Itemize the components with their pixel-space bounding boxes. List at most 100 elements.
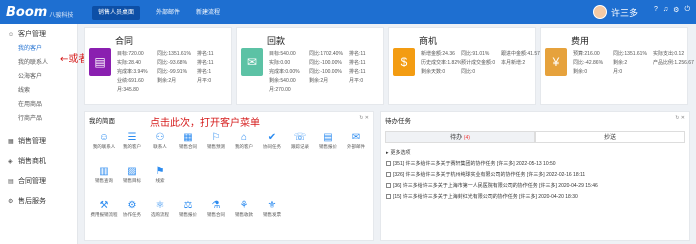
card-stat: 排名:11 (349, 69, 366, 75)
refresh-icon[interactable]: ↻ (675, 115, 679, 121)
sidebar-group-opportunity[interactable]: ◈ 销售商机 (0, 152, 77, 172)
summary-card: 回款 ✉ 目标:540.00 同比:1702.40% 排名:11 实际:0.00 同比:-… (236, 27, 384, 105)
desk-shortcut[interactable]: ⚒ 费用报销流程 (89, 200, 119, 218)
service-icon: ⚙ (8, 199, 14, 205)
contract-icon: ▤ (8, 179, 14, 185)
sidebar-group-contract[interactable]: ▤ 合同管理 (0, 172, 77, 192)
desk-shortcut[interactable]: ☰ 我的客户 (117, 132, 147, 150)
shortcut-icon: ⚘ (239, 200, 249, 211)
shortcut-icon: ⚒ (99, 200, 109, 211)
sales-icon: ▦ (8, 139, 14, 145)
desk-shortcut[interactable]: ✉ 外部邮件 (341, 132, 371, 150)
sidebar-item-leads[interactable]: 线索 (0, 84, 77, 98)
desk-shortcut[interactable]: ▥ 销售查询 (89, 166, 119, 184)
help-icon[interactable]: ? (654, 6, 658, 14)
card-stat: 月平:0 (349, 78, 364, 84)
card-stat: 同比:-42.86% (573, 60, 604, 66)
sidebar-item-trade-products[interactable]: 行商产品 (0, 112, 77, 126)
shortcut-icon: ☺ (98, 132, 110, 143)
sidebar-item-public-customers[interactable]: 公海客户 (0, 70, 77, 84)
shortcut-icon: ☏ (293, 132, 307, 143)
desk-shortcut[interactable]: ⚜ 销售发票 (257, 200, 287, 218)
sidebar-group-service[interactable]: ⚙ 售后服务 (0, 192, 77, 212)
card-title: 回款 (267, 36, 286, 46)
shortcut-icon: ⚐ (211, 132, 221, 143)
desk-shortcut[interactable]: ⚙ 协作任务 (117, 200, 147, 218)
desk-shortcut[interactable]: ⚇ 联系人 (145, 132, 175, 150)
card-stat: 实际支出:0.12 (653, 51, 685, 57)
sidebar-item-products[interactable]: 在用商品 (0, 98, 77, 112)
logout-icon[interactable]: ⏻ (684, 6, 690, 14)
logo-sub: 八骏科技 (49, 13, 74, 19)
todo-checkbox[interactable] (386, 194, 391, 199)
todo-item[interactable]: [351] 许三多给许三多关于赛轩集团的协作任务 [许三多] 2022-05-1… (386, 160, 556, 167)
close-icon[interactable]: ✕ (365, 115, 369, 121)
desk-shortcut[interactable]: ☺ 我的联系人 (89, 132, 119, 150)
desk-shortcut[interactable]: ⚛ 选购流程 (145, 200, 175, 218)
sidebar-group-customer[interactable]: ☺ 客户管理 (0, 28, 77, 42)
tab-external-mail[interactable]: 外部邮件 (150, 6, 186, 20)
card-stat: 同比:-100.00% (309, 69, 342, 75)
shortcut-icon: ⚗ (211, 200, 221, 211)
todo-checkbox[interactable] (386, 161, 391, 166)
card-stat: 剩余:540.00 (269, 78, 296, 84)
card-stat: 同比:91.01% (461, 51, 490, 57)
desk-shortcut[interactable]: ⚘ 销售收款 (229, 200, 259, 218)
tab-new-flow[interactable]: 新建流程 (190, 6, 226, 20)
todo-item[interactable]: [326] 许三多给许三多关于杭州纯球实业有限公司的协作任务 [许三多] 202… (386, 171, 585, 178)
top-bar: Boom 八骏科技 销售人员桌面 外部邮件 新建流程 许三多 ? ♫ ⚙ ⏻ (0, 0, 696, 24)
tab-sales-desk[interactable]: 销售人员桌面 (92, 6, 141, 20)
shortcut-icon: ⚇ (155, 132, 165, 143)
opportunity-icon: ◈ (8, 159, 13, 165)
person-icon: ☺ (8, 32, 15, 38)
tab-todo[interactable]: 待办 (4) (385, 131, 535, 143)
summary-card: 合同 ▤ 目标:720.00 同比:1351.61% 排名:11 实际:28.40 同比:… (84, 27, 232, 105)
desk-shortcut[interactable]: ▨ 销售目标 (117, 166, 147, 184)
card-stat: 月:270.00 (269, 87, 291, 93)
card-stat: 排名:11 (197, 51, 214, 57)
todo-item[interactable]: [36] 许三多给许三多关于上海市第一人民医院有限公司的协作任务 [许三多] 2… (386, 182, 598, 189)
card-icon: ✉ (241, 48, 263, 76)
card-stat: 排名:11 (349, 51, 366, 57)
desk-shortcut[interactable]: ⚐ 销售预测 (201, 132, 231, 150)
card-title: 商机 (419, 36, 438, 46)
gear-icon[interactable]: ⚙ (673, 6, 679, 14)
desk-shortcut[interactable]: ⚑ 线索 (145, 166, 175, 184)
card-stat: 同比:-93.68% (157, 60, 188, 66)
sidebar-group-sales[interactable]: ▦ 销售管理 (0, 132, 77, 152)
close-icon[interactable]: ✕ (681, 115, 685, 121)
desk-shortcut[interactable]: ✔ 协同任务 (257, 132, 287, 150)
bell-icon[interactable]: ♫ (663, 6, 668, 14)
desk-shortcut[interactable]: ⚗ 销售合同 (201, 200, 231, 218)
card-stat: 产品比例:1.256.67 (653, 60, 694, 66)
user-name: 许三多 (610, 7, 638, 18)
shortcut-icon: ▦ (183, 132, 193, 143)
todo-checkbox[interactable] (386, 172, 391, 177)
more-options[interactable]: ▸ 更多选项 (386, 149, 411, 157)
shortcut-icon: ✉ (351, 132, 361, 143)
todo-item[interactable]: [15] 许三多给许三多关于上海封红光有限公司的协作任务 [许三多] 2020-… (386, 193, 578, 200)
card-stat: 实际:0.00 (269, 60, 291, 66)
avatar (592, 5, 607, 19)
desk-shortcut[interactable]: ☏ 跟踪记录 (285, 132, 315, 150)
tab-cc[interactable]: 抄送 (535, 131, 685, 143)
desk-shortcut[interactable]: ▦ 销售合同 (173, 132, 203, 150)
card-stat: 月:0 (613, 69, 623, 75)
shortcut-icon: ⚖ (183, 200, 193, 211)
desk-panel: 我的简面 ↻ ✕ ☺ 我的联系人 ☰ 我的客户 ⚇ 联系人 ▦ 销售合同 ⚐ 销售预测 ⌂ 我的客户 ✔… (84, 111, 374, 241)
summary-card: 费用 ¥ 预算:216.00 同比:1351.61% 实际支出:0.12 同比:-42.… (540, 27, 694, 105)
card-stat: 完成率:0.00% (269, 69, 300, 75)
card-title: 合同 (115, 36, 134, 46)
card-stat: 本月新增:2 (501, 60, 526, 66)
desk-shortcut[interactable]: ⚖ 销售报价 (173, 200, 203, 218)
desk-shortcut[interactable]: ▤ 销售报价 (313, 132, 343, 150)
user-menu[interactable]: 许三多 (592, 5, 638, 19)
desk-shortcut[interactable]: ⌂ 我的客户 (229, 132, 259, 150)
card-stat: 排名:1 (197, 69, 212, 75)
card-stat: 实际:28.40 (117, 60, 141, 66)
card-icon: $ (393, 48, 415, 76)
todo-checkbox[interactable] (386, 183, 391, 188)
shortcut-icon: ▨ (127, 166, 137, 177)
refresh-icon[interactable]: ↻ (359, 115, 363, 121)
logo-text: Boom (6, 4, 48, 20)
